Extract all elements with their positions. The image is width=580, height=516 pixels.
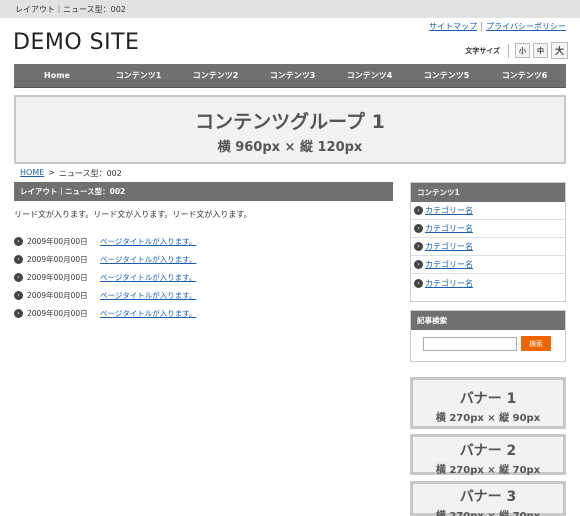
breadcrumb-separator: > [48,168,55,177]
news-date: 2009年00月00日 [27,308,88,318]
category-list: › カテゴリー名 › カテゴリー名 › カテゴリー名 › カテゴリー名 › カテ… [411,202,565,292]
news-item: › 2009年00月00日 ページタイトルが入ります。 [14,232,196,250]
privacy-policy-link[interactable]: プライバシーポリシー [486,21,566,32]
category-link[interactable]: カテゴリー名 [425,223,473,234]
category-link[interactable]: カテゴリー名 [425,241,473,252]
news-date: 2009年00月00日 [27,290,88,300]
breadcrumb-home-link[interactable]: HOME [20,168,44,179]
news-link[interactable]: ページタイトルが入ります。 [100,254,196,265]
news-date: 2009年00月00日 [27,254,88,264]
category-link[interactable]: カテゴリー名 [425,278,473,289]
banner-subtitle: 横 270px × 縦 90px [435,413,541,424]
nav-item-contents1[interactable]: コンテンツ1 [100,64,177,87]
font-size-label: 文字サイズ [465,46,500,55]
banner-subtitle: 横 270px × 縦 70px [435,465,541,476]
news-list: › 2009年00月00日 ページタイトルが入ります。 › 2009年00月00… [14,232,196,322]
font-size-medium-button[interactable]: 中 [533,43,548,58]
news-item: › 2009年00月00日 ページタイトルが入ります。 [14,304,196,322]
arrow-right-circle-icon: › [14,308,23,318]
sidebar-contents-box: コンテンツ1 › カテゴリー名 › カテゴリー名 › カテゴリー名 › カテゴリ… [410,182,566,302]
nav-item-home[interactable]: Home [14,64,100,87]
arrow-right-circle-icon: › [414,224,423,233]
utility-links: サイトマップ プライバシーポリシー [429,21,566,32]
search-button[interactable]: 検索 [521,336,551,351]
site-logo[interactable]: DEMO SITE [13,30,139,55]
sidebar-search-box: 記事検索 検索 [410,310,566,362]
nav-item-contents3[interactable]: コンテンツ3 [254,64,331,87]
news-date: 2009年00月00日 [27,236,88,246]
banner-subtitle: 横 270px × 縦 70px [413,507,563,516]
hero-title: コンテンツグループ 1 [195,111,385,133]
search-input[interactable] [423,337,517,351]
arrow-right-circle-icon: › [414,206,423,215]
banner-2[interactable]: バナー 2 横 270px × 縦 70px [410,434,566,476]
news-date: 2009年00月00日 [27,272,88,282]
news-item: › 2009年00月00日 ページタイトルが入ります。 [14,268,196,286]
hero-banner: コンテンツグループ 1 横 960px × 縦 120px [14,95,566,164]
arrow-right-circle-icon: › [14,254,23,264]
category-item: › カテゴリー名 [411,238,565,256]
topbar: レイアウト｜ニュース型：002 [0,0,580,18]
arrow-right-circle-icon: › [14,290,23,300]
category-link[interactable]: カテゴリー名 [425,259,473,270]
nav-item-contents2[interactable]: コンテンツ2 [177,64,254,87]
divider [481,22,483,31]
category-item: › カテゴリー名 [411,202,565,220]
news-item: › 2009年00月00日 ページタイトルが入ります。 [14,286,196,304]
global-nav: Home コンテンツ1 コンテンツ2 コンテンツ3 コンテンツ4 コンテンツ5 … [14,64,566,88]
category-item: › カテゴリー名 [411,274,565,292]
topbar-text: レイアウト｜ニュース型：002 [15,5,126,14]
font-size-large-button[interactable]: 大 [551,42,568,59]
banner-title: バナー 1 [459,391,517,407]
news-link[interactable]: ページタイトルが入ります。 [100,308,196,319]
arrow-right-circle-icon: › [414,260,423,269]
banner-title: バナー 3 [459,489,517,505]
arrow-right-circle-icon: › [14,236,23,246]
search-heading: 記事検索 [411,311,565,330]
breadcrumb: HOME > ニュース型：002 [20,168,122,179]
category-item: › カテゴリー名 [411,256,565,274]
lead-text: リード文が入ります。リード文が入ります。リード文が入ります。 [14,210,252,219]
news-link[interactable]: ページタイトルが入ります。 [100,290,196,301]
nav-item-contents4[interactable]: コンテンツ4 [331,64,408,87]
nav-item-contents5[interactable]: コンテンツ5 [408,64,485,87]
breadcrumb-current: ニュース型：002 [58,169,122,178]
search-form: 検索 [411,330,565,360]
banner-1[interactable]: バナー 1 横 270px × 縦 90px [410,377,566,429]
divider [508,43,509,58]
news-link[interactable]: ページタイトルが入ります。 [100,272,196,283]
banner-title: バナー 2 [459,443,517,459]
news-item: › 2009年00月00日 ページタイトルが入ります。 [14,250,196,268]
page-title: レイアウト｜ニュース型：002 [14,182,393,201]
arrow-right-circle-icon: › [14,272,23,282]
arrow-right-circle-icon: › [414,242,423,251]
sidebar-contents-heading: コンテンツ1 [411,183,565,202]
category-link[interactable]: カテゴリー名 [425,205,473,216]
sitemap-link[interactable]: サイトマップ [429,21,477,32]
arrow-right-circle-icon: › [414,278,423,288]
category-item: › カテゴリー名 [411,220,565,238]
font-size-small-button[interactable]: 小 [515,43,530,58]
news-link[interactable]: ページタイトルが入ります。 [100,236,196,247]
font-size-switcher: 文字サイズ 小 中 大 [465,42,568,59]
hero-subtitle: 横 960px × 縦 120px [217,140,363,155]
nav-item-contents6[interactable]: コンテンツ6 [485,64,564,87]
banner-3[interactable]: バナー 3 横 270px × 縦 70px [410,481,566,516]
